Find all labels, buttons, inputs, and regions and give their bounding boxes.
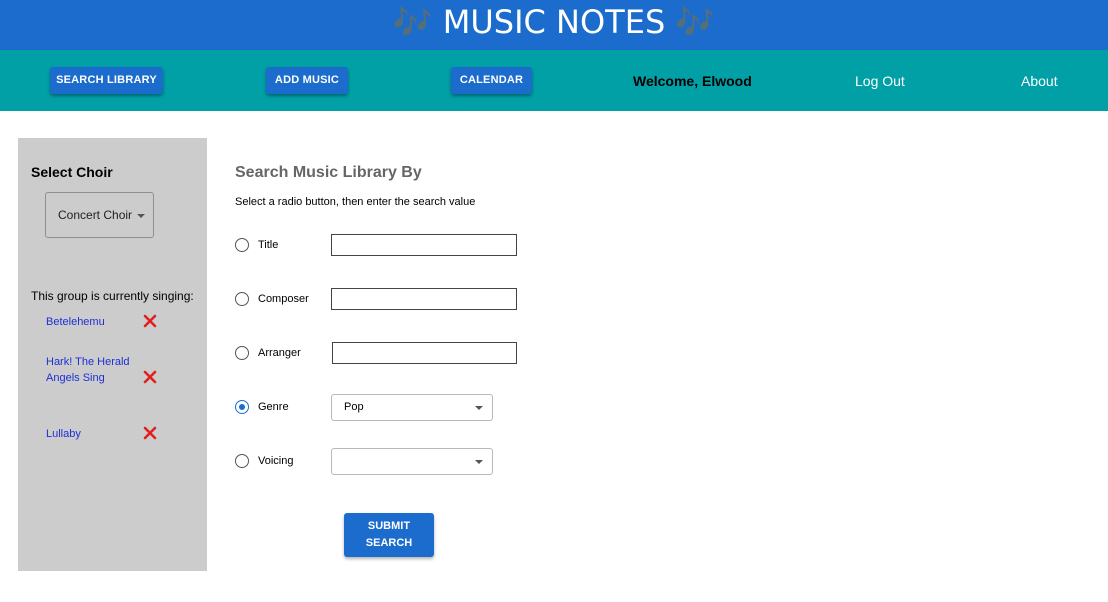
app-title: 🎶 MUSIC NOTES 🎶 <box>392 3 716 41</box>
remove-song-icon[interactable] <box>143 370 157 384</box>
chevron-down-icon <box>475 406 483 410</box>
select-choir-heading: Select Choir <box>31 164 113 180</box>
welcome-text: Welcome, Elwood <box>633 73 752 89</box>
chevron-down-icon <box>137 214 145 218</box>
composer-input[interactable] <box>331 288 517 310</box>
song-link[interactable]: Lullaby <box>46 426 136 442</box>
calendar-button[interactable]: CALENDAR <box>451 67 532 94</box>
genre-select[interactable]: Pop <box>331 394 493 421</box>
voicing-select[interactable] <box>331 448 493 475</box>
add-music-button[interactable]: ADD MUSIC <box>266 67 348 94</box>
search-heading: Search Music Library By <box>235 164 422 181</box>
genre-select-value: Pop <box>344 401 364 413</box>
song-link[interactable]: Betelehemu <box>46 314 136 330</box>
submit-search-button[interactable]: SUBMIT SEARCH <box>344 513 434 557</box>
currently-singing-label: This group is currently singing: <box>31 289 194 303</box>
choir-select[interactable]: Concert Choir <box>45 192 154 238</box>
search-instructions: Select a radio button, then enter the se… <box>235 196 476 208</box>
log-out-link[interactable]: Log Out <box>855 72 905 90</box>
search-library-button[interactable]: SEARCH LIBRARY <box>50 67 163 94</box>
genre-radio[interactable] <box>235 400 249 414</box>
nav-bar: SEARCH LIBRARY ADD MUSIC CALENDAR Welcom… <box>0 50 1108 111</box>
composer-label: Composer <box>258 293 309 305</box>
choir-select-value: Concert Choir <box>58 208 133 222</box>
about-link[interactable]: About <box>1021 72 1058 90</box>
title-input[interactable] <box>331 234 517 256</box>
remove-song-icon[interactable] <box>143 426 157 440</box>
app-header: 🎶 MUSIC NOTES 🎶 <box>0 0 1108 50</box>
remove-song-icon[interactable] <box>143 314 157 328</box>
arranger-label: Arranger <box>258 347 301 359</box>
voicing-radio[interactable] <box>235 454 249 468</box>
arranger-radio[interactable] <box>235 346 249 360</box>
chevron-down-icon <box>475 460 483 464</box>
composer-radio[interactable] <box>235 292 249 306</box>
title-label: Title <box>258 239 279 251</box>
song-link[interactable]: Hark! The Herald Angels Sing <box>46 354 136 386</box>
genre-label: Genre <box>258 401 289 413</box>
arranger-input[interactable] <box>332 342 517 364</box>
voicing-label: Voicing <box>258 455 294 467</box>
title-radio[interactable] <box>235 238 249 252</box>
choir-sidebar: Select Choir Concert Choir This group is… <box>18 138 207 571</box>
